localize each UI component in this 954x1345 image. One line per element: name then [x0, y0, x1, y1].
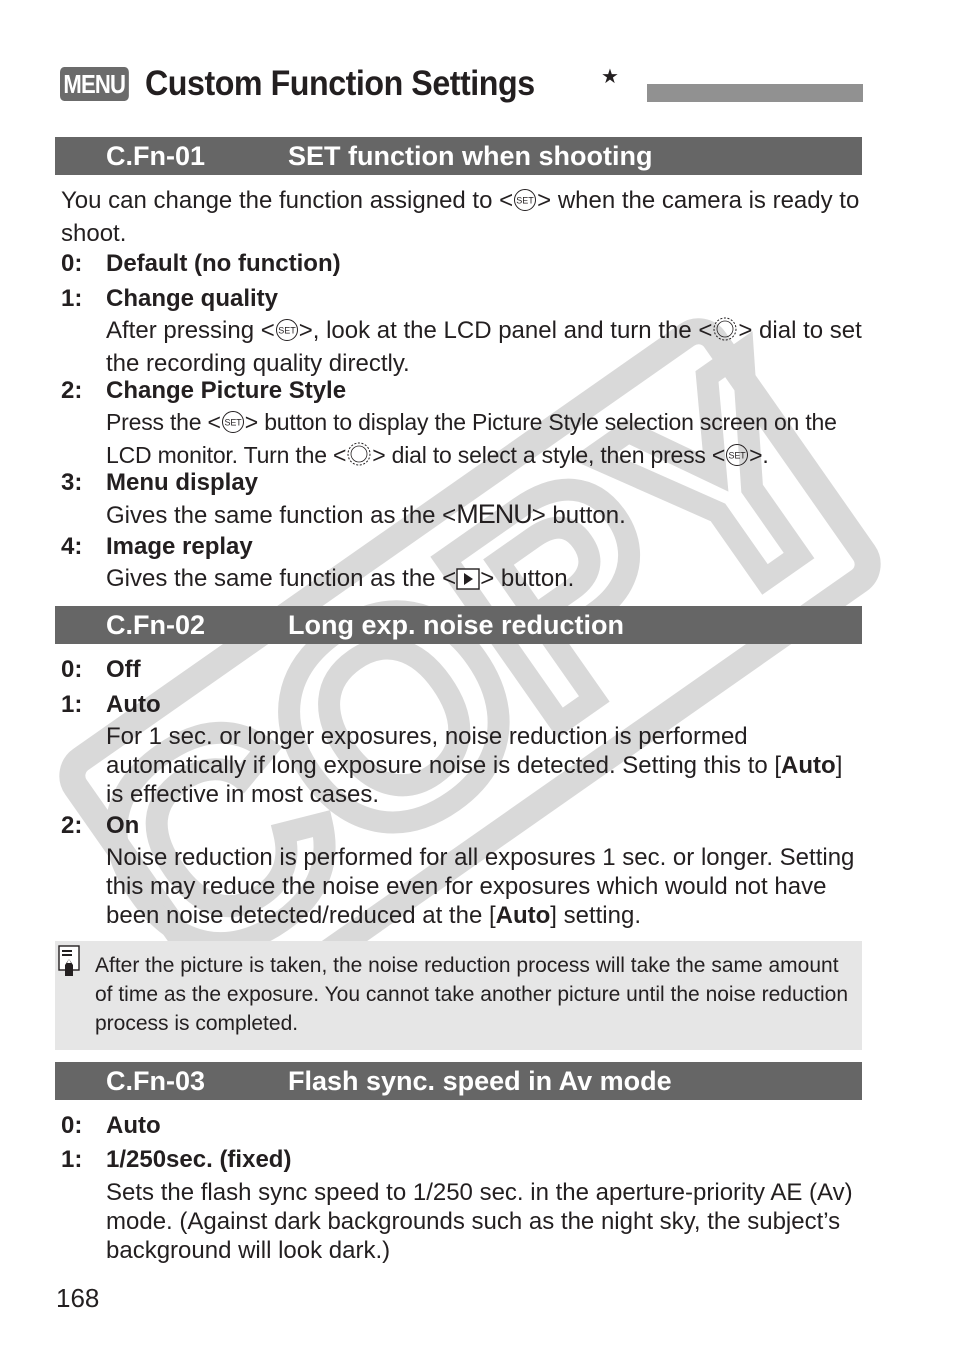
title-decor-bar: [647, 84, 863, 102]
option-number: 0:: [61, 250, 83, 277]
menu-badge-icon: MENU: [60, 67, 129, 101]
note-box: After the picture is taken, the noise re…: [55, 941, 862, 1050]
option-number: 2:: [61, 812, 83, 839]
dial-icon: [712, 316, 738, 349]
option-description: Sets the flash sync speed to 1/250 sec. …: [106, 1178, 866, 1265]
option-item: 0: Auto: [61, 1111, 161, 1140]
dial-icon: [346, 441, 372, 474]
desc-bold: Auto: [495, 902, 551, 929]
playback-icon: [456, 568, 480, 597]
intro-text: You can change the function assigned to …: [61, 187, 514, 214]
option-item: 1: 1/250sec. (fixed): [61, 1145, 291, 1174]
desc-bold: Auto: [781, 752, 836, 779]
section-name: Flash sync. speed in Av mode: [288, 1066, 672, 1096]
option-label: Auto: [106, 1112, 161, 1139]
set-button-icon: SET: [513, 188, 537, 219]
option-number: 1:: [61, 285, 83, 312]
option-label: Change quality: [106, 285, 279, 312]
desc-text: > dial to select a style, then press <: [372, 442, 726, 468]
section-code: C.Fn-01: [106, 141, 206, 171]
option-number: 3:: [61, 469, 83, 496]
section-name: SET function when shooting: [288, 141, 653, 171]
option-description: After pressing < SET >, look at the LCD pa…: [106, 316, 866, 378]
option-item: 1: Auto: [61, 690, 161, 719]
section-code: C.Fn-03: [106, 1066, 206, 1096]
title-text: Custom Function Settings: [144, 64, 535, 103]
option-label: Off: [106, 656, 141, 683]
section-header-cfn-01: C.Fn-01 SET function when shooting: [55, 137, 862, 175]
option-item: 2: Change Picture Style: [61, 376, 346, 405]
option-number: 2:: [61, 377, 83, 404]
section-header-cfn-03: C.Fn-03 Flash sync. speed in Av mode: [55, 1062, 862, 1100]
star-icon: ★: [601, 66, 619, 88]
option-label: Auto: [106, 691, 161, 718]
section-header-cfn-02: C.Fn-02 Long exp. noise reduction: [55, 606, 862, 644]
svg-text:SET: SET: [729, 451, 747, 461]
section-code: C.Fn-02: [106, 610, 206, 640]
desc-text: > button.: [531, 502, 626, 529]
option-label: On: [106, 812, 140, 839]
option-item: 1: Change quality: [61, 284, 278, 313]
svg-text:SET: SET: [516, 196, 534, 206]
option-label: Default (no function): [106, 250, 341, 277]
option-label: Menu display: [106, 469, 259, 496]
desc-text: Noise reduction is performed for all exp…: [106, 844, 855, 929]
option-item: 0: Default (no function): [61, 249, 341, 278]
option-label: 1/250sec. (fixed): [106, 1146, 292, 1173]
menu-button-icon: MENU: [456, 499, 532, 529]
section-intro: You can change the function assigned to …: [61, 186, 861, 248]
option-description: For 1 sec. or longer exposures, noise re…: [106, 722, 866, 809]
svg-text:SET: SET: [224, 418, 242, 428]
set-button-icon: SET: [221, 410, 245, 441]
desc-text: > button.: [480, 565, 575, 592]
desc-text: >, look at the LCD panel and turn the <: [298, 317, 713, 344]
svg-text:SET: SET: [278, 326, 296, 336]
section-name: Long exp. noise reduction: [288, 610, 625, 640]
desc-text: ] setting.: [550, 902, 641, 929]
set-button-icon: SET: [275, 318, 299, 349]
desc-text: Sets the flash sync speed to 1/250 sec. …: [106, 1179, 853, 1264]
desc-text: Gives the same function as the <: [106, 502, 457, 529]
desc-text: After pressing <: [106, 317, 275, 344]
desc-text: For 1 sec. or longer exposures, noise re…: [106, 723, 782, 779]
option-label: Change Picture Style: [106, 377, 347, 404]
option-item: 4: Image replay: [61, 532, 253, 561]
option-number: 1:: [61, 691, 83, 718]
desc-text: >.: [749, 442, 769, 468]
option-item: 3: Menu display: [61, 468, 258, 497]
option-number: 0:: [61, 1112, 83, 1139]
set-button-icon: SET: [725, 443, 749, 474]
option-label: Image replay: [106, 533, 253, 560]
note-icon: [58, 945, 82, 982]
option-description: Noise reduction is performed for all exp…: [106, 843, 866, 930]
note-text: After the picture is taken, the noise re…: [95, 954, 848, 1035]
manual-page: MENU Custom Function Settings ★ C.Fn-01 …: [0, 0, 954, 1345]
desc-text: Press the <: [106, 409, 221, 435]
option-description: Press the < SET > button to display the Pi…: [106, 408, 866, 474]
option-number: 4:: [61, 533, 83, 560]
option-number: 0:: [61, 656, 83, 683]
option-number: 1:: [61, 1146, 83, 1173]
desc-text: Gives the same function as the <: [106, 565, 457, 592]
option-description: Gives the same function as the <MENU> bu…: [106, 500, 866, 530]
option-item: 0: Off: [61, 655, 141, 684]
option-item: 2: On: [61, 811, 139, 840]
option-description: Gives the same function as the < > button…: [106, 564, 866, 597]
page-title: MENU Custom Function Settings: [60, 64, 568, 104]
page-number: 168: [56, 1283, 100, 1313]
